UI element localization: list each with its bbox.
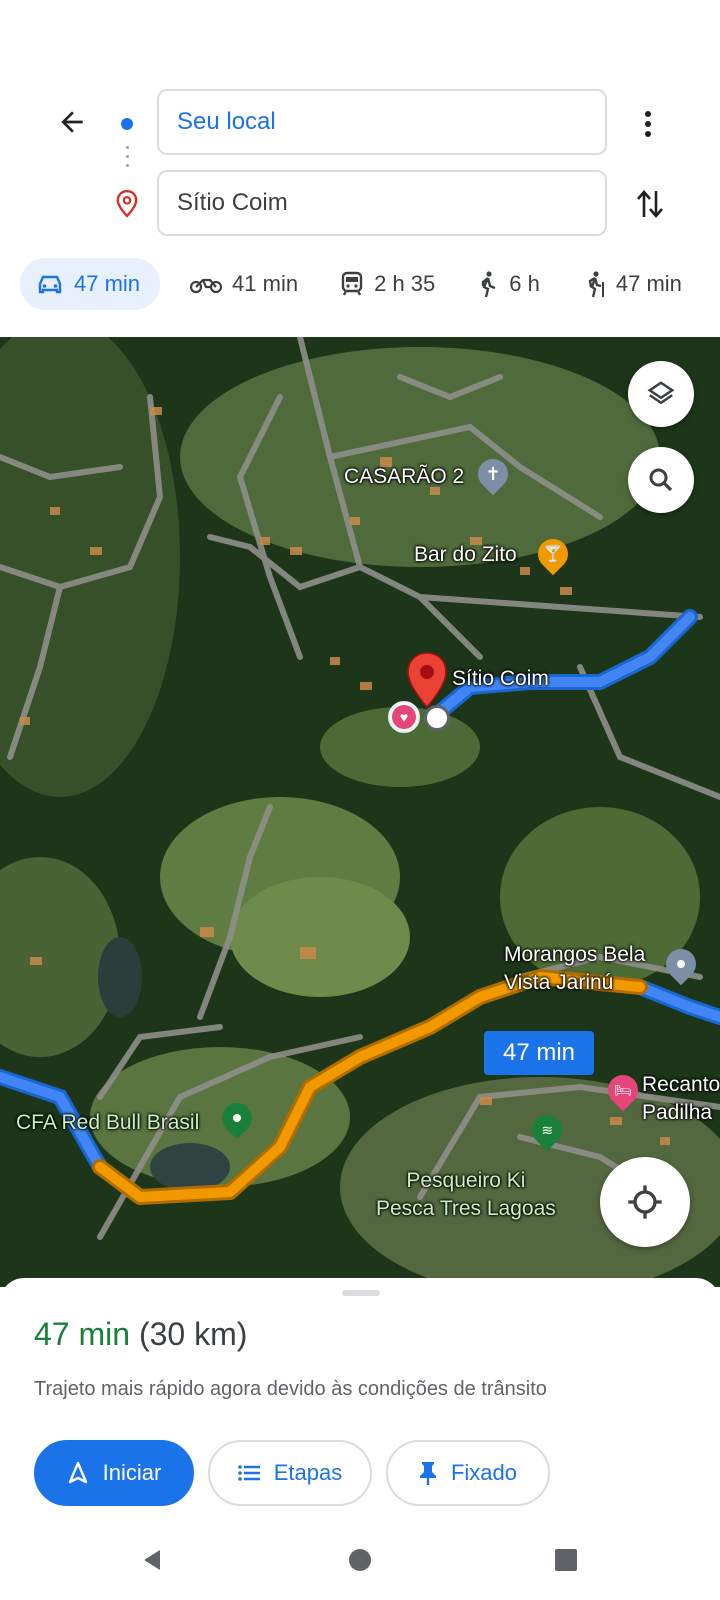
more-vert-icon	[645, 111, 651, 137]
mode-tab-hiking[interactable]: 47 min	[570, 258, 694, 310]
route-description: Trajeto mais rápido agora devido às cond…	[34, 1378, 547, 1400]
place-label-morangos[interactable]: Morangos Bela Vista Jarinú	[504, 941, 645, 997]
train-icon	[341, 271, 363, 296]
destination-label[interactable]: Sítio Coim	[452, 667, 549, 691]
layers-icon	[647, 381, 675, 405]
nav-recents-icon	[555, 1549, 577, 1571]
mode-time: 41 min	[232, 271, 299, 296]
mode-time: 47 min	[615, 271, 682, 296]
start-navigation-button[interactable]: Iniciar	[34, 1440, 194, 1506]
steps-button[interactable]: Etapas	[208, 1440, 372, 1506]
route-duration: 47 min	[34, 1316, 131, 1352]
steps-label: Etapas	[273, 1460, 343, 1485]
nav-recents-button[interactable]	[546, 1540, 586, 1580]
mode-tab-motorcycle[interactable]: 41 min	[178, 258, 310, 310]
destination-pin-icon	[116, 189, 138, 218]
route-actions: Iniciar Etapas Fixado	[34, 1440, 564, 1506]
favorite-place-icon[interactable]: ♥	[388, 701, 420, 733]
motorcycle-icon	[190, 278, 223, 294]
swap-locations-button[interactable]	[630, 184, 670, 224]
back-button[interactable]	[52, 102, 92, 142]
mode-tab-transit[interactable]: 2 h 35	[328, 258, 447, 310]
car-icon	[38, 275, 62, 294]
map-view[interactable]: CASARÃO 2 ✝ Bar do Zito 🍸 Sítio Coim ♥ M…	[0, 337, 720, 1287]
swap-vert-icon	[637, 190, 663, 218]
search-icon	[649, 468, 673, 492]
travel-mode-tabs: 47 min 41 min 2 h 35 6 h 47 min	[20, 258, 712, 310]
search-along-route-button[interactable]	[628, 447, 694, 513]
pin-icon	[419, 1462, 436, 1485]
mode-time: 47 min	[74, 271, 141, 296]
place-label-casarao[interactable]: CASARÃO 2	[344, 465, 464, 489]
nav-home-icon	[349, 1549, 371, 1571]
pin-trip-button[interactable]: Fixado	[386, 1440, 550, 1506]
system-navigation-bar	[0, 1520, 720, 1600]
route-connector	[126, 146, 129, 176]
nav-back-button[interactable]	[132, 1540, 172, 1580]
mode-tab-car[interactable]: 47 min	[20, 258, 161, 310]
directions-header: Seu local Sítio Coim 47 min 41 min 2 h 3…	[0, 0, 720, 336]
arrow-back-icon	[61, 111, 83, 133]
place-label-recanto[interactable]: Recanto Padilha	[642, 1071, 720, 1127]
walk-icon	[482, 271, 496, 298]
mode-time: 6 h	[509, 271, 540, 296]
route-eta-badge[interactable]: 47 min	[484, 1031, 594, 1075]
destination-field[interactable]: Sítio Coim	[157, 170, 607, 236]
hiking-icon	[588, 271, 604, 298]
drag-handle[interactable]	[342, 1290, 380, 1296]
place-label-bar-zito[interactable]: Bar do Zito	[414, 543, 517, 567]
nav-back-icon	[144, 1550, 160, 1570]
mode-tab-walk[interactable]: 6 h	[465, 258, 552, 310]
my-location-button[interactable]	[600, 1157, 690, 1247]
route-summary: 47 min (30 km)	[34, 1316, 247, 1353]
layers-button[interactable]	[628, 361, 694, 427]
start-label: Iniciar	[102, 1460, 162, 1485]
navigation-arrow-icon	[68, 1461, 87, 1484]
my-location-icon	[628, 1185, 662, 1219]
more-options-button[interactable]	[630, 104, 666, 144]
place-label-red-bull[interactable]: CFA Red Bull Brasil	[16, 1111, 199, 1135]
route-end-dot-icon	[424, 705, 450, 731]
origin-field[interactable]: Seu local	[157, 89, 607, 155]
nav-home-button[interactable]	[340, 1540, 380, 1580]
origin-dot-icon	[118, 115, 136, 133]
pinned-label: Fixado	[450, 1460, 518, 1485]
route-distance: (30 km)	[138, 1316, 248, 1352]
list-icon	[237, 1465, 260, 1481]
mode-time: 2 h 35	[374, 271, 436, 296]
place-label-pesqueiro[interactable]: Pesqueiro Ki Pesca Tres Lagoas	[376, 1167, 556, 1223]
